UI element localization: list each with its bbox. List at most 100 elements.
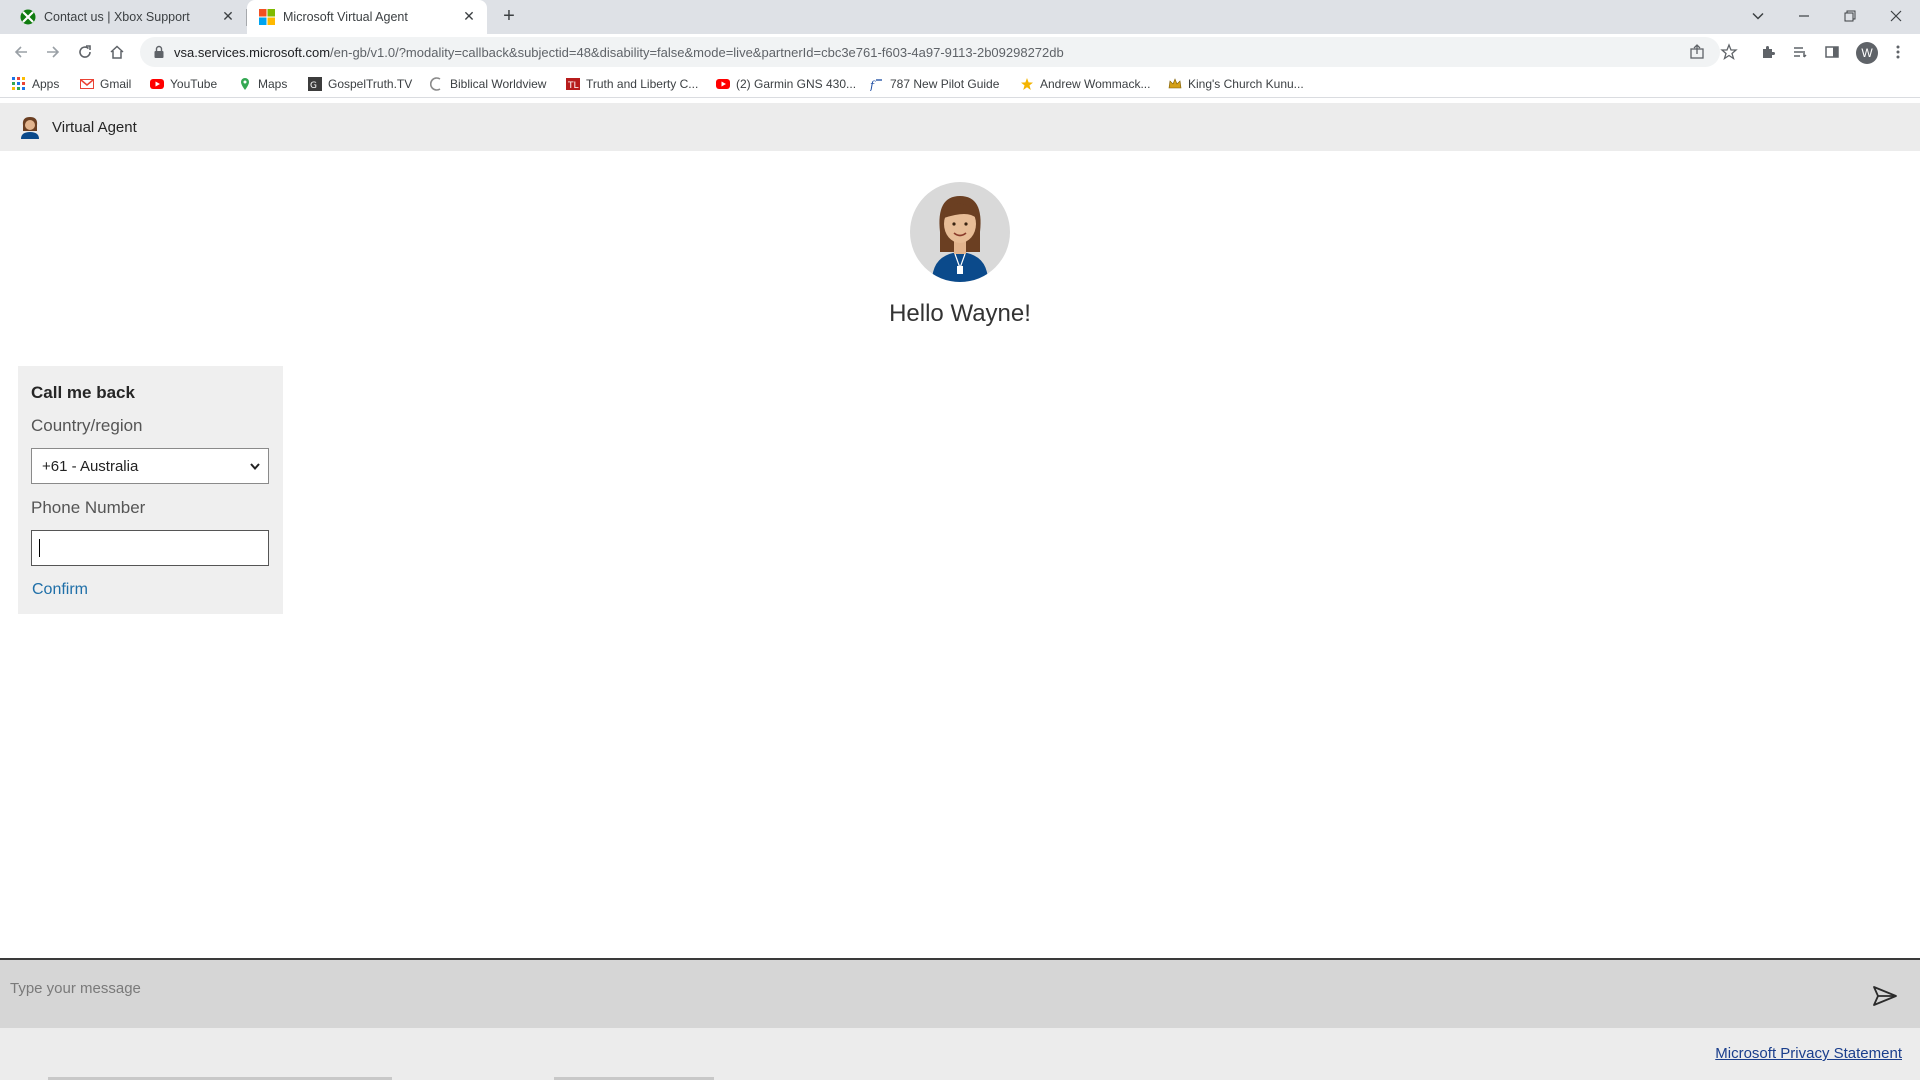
back-button[interactable] <box>8 39 34 65</box>
reading-list-button[interactable] <box>1790 42 1810 62</box>
bookmark-label: King's Church Kunu... <box>1188 77 1304 91</box>
phone-number-input[interactable] <box>31 530 269 566</box>
kebab-menu-icon <box>1896 45 1900 59</box>
reading-list-icon <box>1794 47 1807 58</box>
star-icon <box>1021 78 1033 90</box>
svg-text:TL: TL <box>567 81 579 91</box>
gmail-icon <box>80 79 94 89</box>
browser-toolbar: vsa.services.microsoft.com/en-gb/v1.0/?m… <box>0 34 1920 70</box>
close-window-button[interactable] <box>1884 4 1908 28</box>
close-icon[interactable]: ✕ <box>220 8 236 24</box>
text-cursor <box>39 539 40 557</box>
puzzle-icon <box>1763 46 1775 58</box>
bookmark-youtube[interactable]: YouTube <box>150 75 217 93</box>
agent-avatar <box>910 182 1010 282</box>
bookmark-label: Biblical Worldview <box>450 77 547 91</box>
lock-icon[interactable] <box>152 45 166 59</box>
bookmark-garmin-video[interactable]: (2) Garmin GNS 430... <box>716 75 856 93</box>
svg-text:f: f <box>870 79 876 91</box>
bookmark-label: Andrew Wommack... <box>1040 77 1151 91</box>
home-button[interactable] <box>104 39 130 65</box>
tab-title: Contact us | Xbox Support <box>44 10 190 24</box>
restore-icon <box>1844 10 1856 22</box>
message-composer <box>0 958 1920 1028</box>
bookmark-kings-church[interactable]: King's Church Kunu... <box>1168 75 1304 93</box>
header-title: Virtual Agent <box>52 119 137 136</box>
restore-button[interactable] <box>1838 4 1862 28</box>
send-icon[interactable] <box>1872 984 1898 1008</box>
browser-tab-strip: Contact us | Xbox Support ✕ Microsoft Vi… <box>0 0 1920 34</box>
close-icon[interactable]: ✕ <box>461 8 477 24</box>
new-tab-button[interactable]: + <box>498 6 520 28</box>
url-domain: vsa.services.microsoft.com <box>174 45 331 60</box>
confirm-button[interactable]: Confirm <box>32 581 88 599</box>
arrow-right-icon <box>47 46 60 58</box>
bookmark-truth-liberty[interactable]: TL Truth and Liberty C... <box>566 75 698 93</box>
svg-text:G: G <box>310 81 317 91</box>
biblical-worldview-icon <box>430 77 441 91</box>
crown-icon <box>1168 78 1182 89</box>
tab-search-button[interactable] <box>1746 4 1770 28</box>
gospeltruth-icon: G <box>308 77 322 91</box>
close-icon <box>1890 10 1902 22</box>
bookmark-star-icon[interactable] <box>1720 43 1738 61</box>
bookmark-gmail[interactable]: Gmail <box>80 75 131 93</box>
profile-avatar[interactable]: W <box>1856 42 1878 64</box>
youtube-icon <box>716 79 730 89</box>
tab-xbox-support[interactable]: Contact us | Xbox Support ✕ <box>8 0 246 34</box>
extensions-button[interactable] <box>1758 42 1778 62</box>
bookmark-label: 787 New Pilot Guide <box>890 77 1000 91</box>
virtual-agent-header: Virtual Agent <box>0 103 1920 151</box>
card-title: Call me back <box>31 383 135 402</box>
page-footer: Microsoft Privacy Statement <box>0 1028 1920 1080</box>
side-panel-button[interactable] <box>1822 42 1842 62</box>
forward-button[interactable] <box>40 39 66 65</box>
bookmark-label: Apps <box>32 77 60 91</box>
maps-icon <box>241 78 249 90</box>
browser-menu-button[interactable] <box>1888 42 1908 62</box>
minimize-icon <box>1799 15 1809 17</box>
bookmark-label: Truth and Liberty C... <box>586 77 699 91</box>
greeting-text: Hello Wayne! <box>889 300 1031 327</box>
bookmark-label: Maps <box>258 77 288 91</box>
bookmark-pilot-guide[interactable]: f 787 New Pilot Guide <box>870 75 999 93</box>
youtube-icon <box>150 79 164 89</box>
reload-icon <box>79 45 91 58</box>
minimize-button[interactable] <box>1792 4 1816 28</box>
home-icon <box>110 45 124 59</box>
chevron-down-icon <box>250 463 260 471</box>
truth-liberty-icon: TL <box>566 78 580 91</box>
bookmarks-bar: Apps Gmail YouTube Maps G GospelTruth.TV … <box>0 70 1920 98</box>
bookmark-maps[interactable]: Maps <box>238 75 287 93</box>
agent-avatar-icon <box>21 117 39 139</box>
url-path: /en-gb/v1.0/?modality=callback&subjectid… <box>330 45 1064 60</box>
xbox-icon <box>20 9 36 25</box>
phone-number-label: Phone Number <box>31 498 146 517</box>
privacy-statement-link[interactable]: Microsoft Privacy Statement <box>1715 1045 1902 1062</box>
country-label: Country/region <box>31 416 143 435</box>
bookmark-gospeltruth[interactable]: G GospelTruth.TV <box>308 75 412 93</box>
tab-title: Microsoft Virtual Agent <box>283 10 408 24</box>
bookmark-label: GospelTruth.TV <box>328 77 413 91</box>
bookmark-label: (2) Garmin GNS 430... <box>736 77 857 91</box>
bookmark-andrew-wommack[interactable]: Andrew Wommack... <box>1020 75 1150 93</box>
bookmark-apps[interactable]: Apps <box>12 75 59 93</box>
pilot-guide-icon: f <box>870 79 882 91</box>
country-select[interactable]: +61 - Australia <box>31 448 269 484</box>
bookmark-biblical-worldview[interactable]: Biblical Worldview <box>430 75 546 93</box>
reload-button[interactable] <box>72 39 98 65</box>
arrow-left-icon <box>14 46 27 58</box>
address-bar[interactable]: vsa.services.microsoft.com/en-gb/v1.0/?m… <box>140 37 1720 67</box>
bookmark-label: Gmail <box>100 77 132 91</box>
tab-microsoft-virtual-agent[interactable]: Microsoft Virtual Agent ✕ <box>247 0 487 34</box>
agent-illustration <box>932 196 988 282</box>
message-input[interactable] <box>10 974 1860 1002</box>
apps-grid-icon <box>12 77 25 90</box>
country-selected-value: +61 - Australia <box>42 458 139 475</box>
chevron-down-icon <box>1752 12 1764 20</box>
side-panel-icon <box>1825 46 1839 58</box>
call-me-back-card: Call me back Country/region +61 - Austra… <box>18 366 283 614</box>
bookmark-label: YouTube <box>170 77 218 91</box>
share-icon[interactable] <box>1688 43 1706 61</box>
microsoft-icon <box>259 9 275 25</box>
